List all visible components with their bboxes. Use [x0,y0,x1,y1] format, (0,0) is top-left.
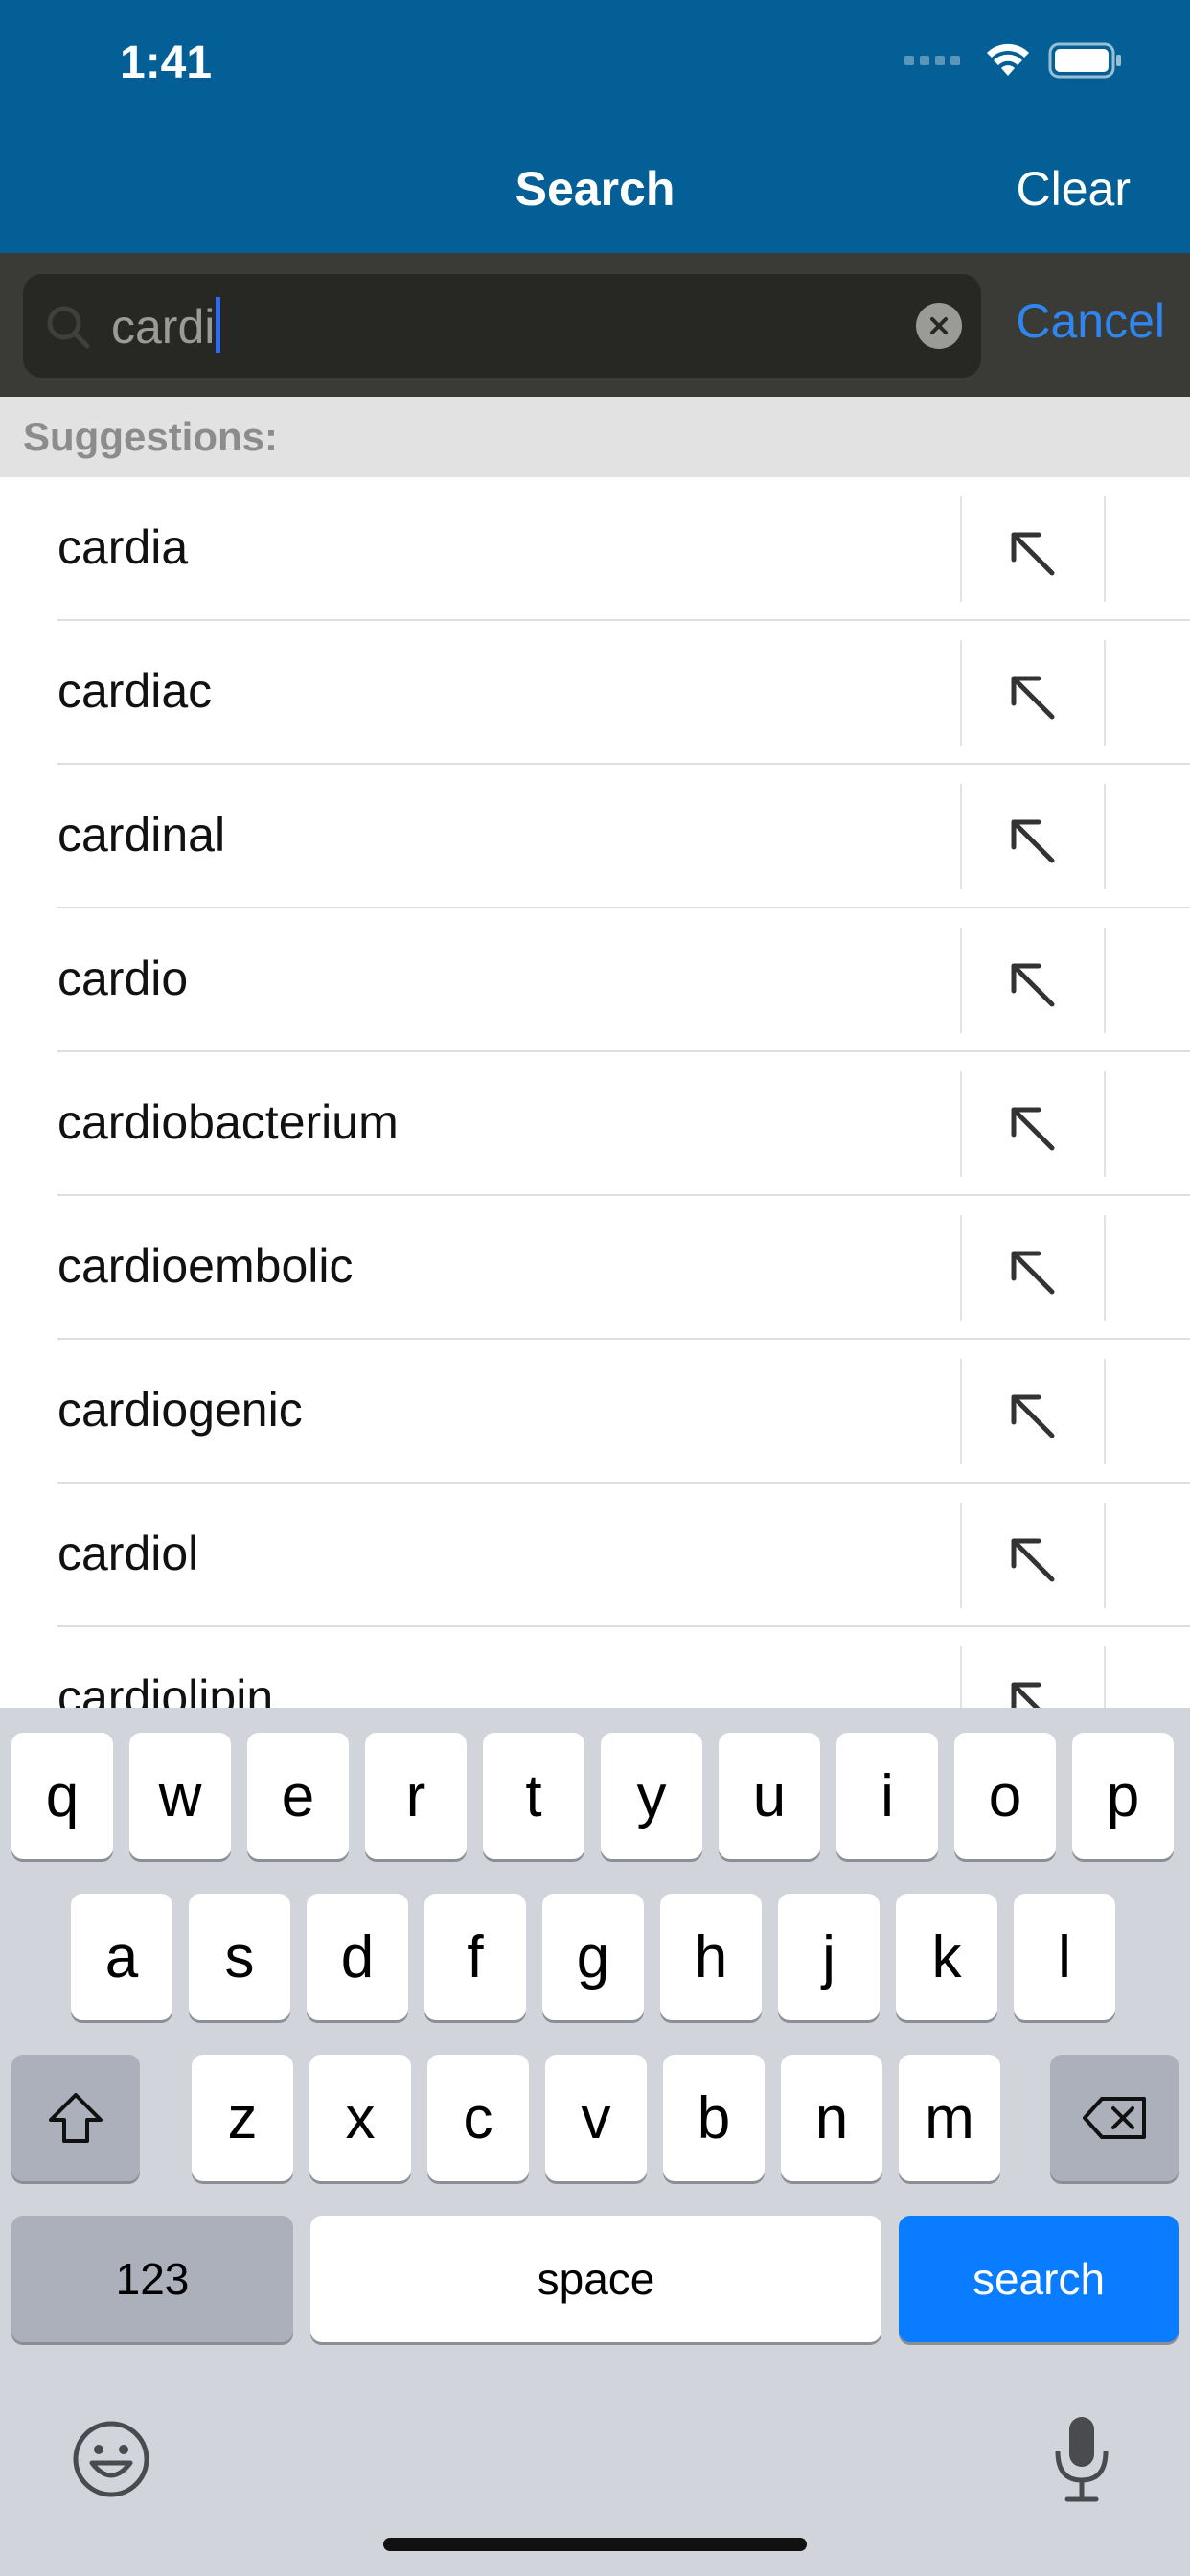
suggestion-label: cardiol [57,1527,199,1580]
suggestion-label: cardioembolic [57,1239,354,1293]
search-key[interactable]: search [899,2216,1179,2342]
key-u[interactable]: u [719,1733,820,1859]
microphone-icon[interactable] [1048,2413,1115,2505]
suggestion-row[interactable]: cardia [0,477,1190,621]
arrow-up-left-icon[interactable] [1002,1530,1060,1587]
suggestions-header: Suggestions: [0,397,1190,477]
divider [960,1215,962,1321]
emoji-icon[interactable] [71,2419,151,2499]
key-p[interactable]: p [1072,1733,1174,1859]
key-s[interactable]: s [189,1894,290,2020]
clear-text-icon[interactable] [916,303,962,349]
key-a[interactable]: a [71,1894,172,2020]
key-c[interactable]: c [427,2055,529,2181]
key-f[interactable]: f [424,1894,526,2020]
suggestion-row[interactable]: cardioembolic [0,1196,1190,1340]
cellular-signal-icon [904,56,960,65]
backspace-key[interactable] [1050,2055,1179,2181]
page-title: Search [515,162,675,216]
suggestion-label: cardiolipin [57,1670,274,1708]
backspace-icon [1083,2097,1146,2139]
numbers-key[interactable]: 123 [11,2216,293,2342]
search-icon [47,306,90,349]
search-input[interactable]: cardi [23,274,981,378]
divider [1104,784,1106,889]
suggestion-label: cardiobacterium [57,1095,399,1149]
key-j[interactable]: j [778,1894,880,2020]
suggestion-row[interactable]: cardio [0,908,1190,1052]
key-v[interactable]: v [545,2055,647,2181]
divider [1104,1071,1106,1177]
divider [960,1071,962,1177]
arrow-up-left-icon[interactable] [1002,1673,1060,1708]
suggestion-row[interactable]: cardiogenic [0,1340,1190,1484]
arrow-up-left-icon[interactable] [1002,1098,1060,1156]
home-indicator[interactable] [383,2538,807,2551]
keyboard: q w e r t y u i o p a s d f g h j k l z x c v b n m 123 space search [0,1708,1190,2576]
key-b[interactable]: b [663,2055,765,2181]
key-y[interactable]: y [601,1733,702,1859]
key-z[interactable]: z [192,2055,293,2181]
arrow-up-left-icon[interactable] [1002,1386,1060,1443]
divider [1104,928,1106,1033]
suggestion-row[interactable]: cardiolipin [0,1627,1190,1708]
key-q[interactable]: q [11,1733,113,1859]
divider [1104,496,1106,602]
status-icons [904,42,1123,79]
divider [960,784,962,889]
arrow-up-left-icon[interactable] [1002,1242,1060,1300]
suggestion-row[interactable]: cardiobacterium [0,1052,1190,1196]
divider [960,1503,962,1608]
suggestion-row[interactable]: cardiac [0,621,1190,765]
space-key[interactable]: space [310,2216,881,2342]
key-x[interactable]: x [309,2055,411,2181]
divider [960,1359,962,1464]
key-t[interactable]: t [483,1733,584,1859]
key-h[interactable]: h [660,1894,762,2020]
clear-button[interactable]: Clear [1017,161,1131,217]
suggestions-list: cardia cardiac cardinal cardio cardiobacteri… [0,477,1190,1708]
divider [1104,1359,1106,1464]
key-l[interactable]: l [1014,1894,1115,2020]
suggestion-label: cardia [57,520,189,574]
key-w[interactable]: w [129,1733,231,1859]
key-d[interactable]: d [307,1894,408,2020]
arrow-up-left-icon[interactable] [1002,811,1060,868]
divider [960,496,962,602]
search-bar: cardi Cancel [0,253,1190,397]
divider [960,928,962,1033]
divider [1104,640,1106,746]
suggestion-label: cardiac [57,664,213,718]
arrow-up-left-icon[interactable] [1002,954,1060,1012]
key-e[interactable]: e [247,1733,349,1859]
suggestion-row[interactable]: cardinal [0,765,1190,908]
key-g[interactable]: g [542,1894,644,2020]
key-k[interactable]: k [896,1894,997,2020]
key-o[interactable]: o [954,1733,1056,1859]
suggestion-label: cardio [57,952,189,1005]
divider [1104,1503,1106,1608]
nav-header: 1:41 Search Clear [0,0,1190,253]
key-m[interactable]: m [899,2055,1000,2181]
divider [960,1646,962,1708]
wifi-icon [987,43,1029,76]
suggestion-label: cardinal [57,808,226,862]
key-i[interactable]: i [836,1733,938,1859]
status-time: 1:41 [120,37,213,88]
suggestion-label: cardiogenic [57,1383,303,1437]
key-n[interactable]: n [781,2055,882,2181]
divider [960,640,962,746]
divider [1104,1646,1106,1708]
shift-key[interactable] [11,2055,140,2181]
battery-icon [1048,42,1121,79]
text-cursor [216,297,221,353]
divider [1104,1215,1106,1321]
arrow-up-left-icon[interactable] [1002,523,1060,581]
shift-icon [49,2093,103,2143]
search-query-text: cardi [111,300,216,354]
suggestion-row[interactable]: cardiol [0,1484,1190,1627]
arrow-up-left-icon[interactable] [1002,667,1060,724]
cancel-button[interactable]: Cancel [1016,293,1165,349]
key-r[interactable]: r [365,1733,467,1859]
